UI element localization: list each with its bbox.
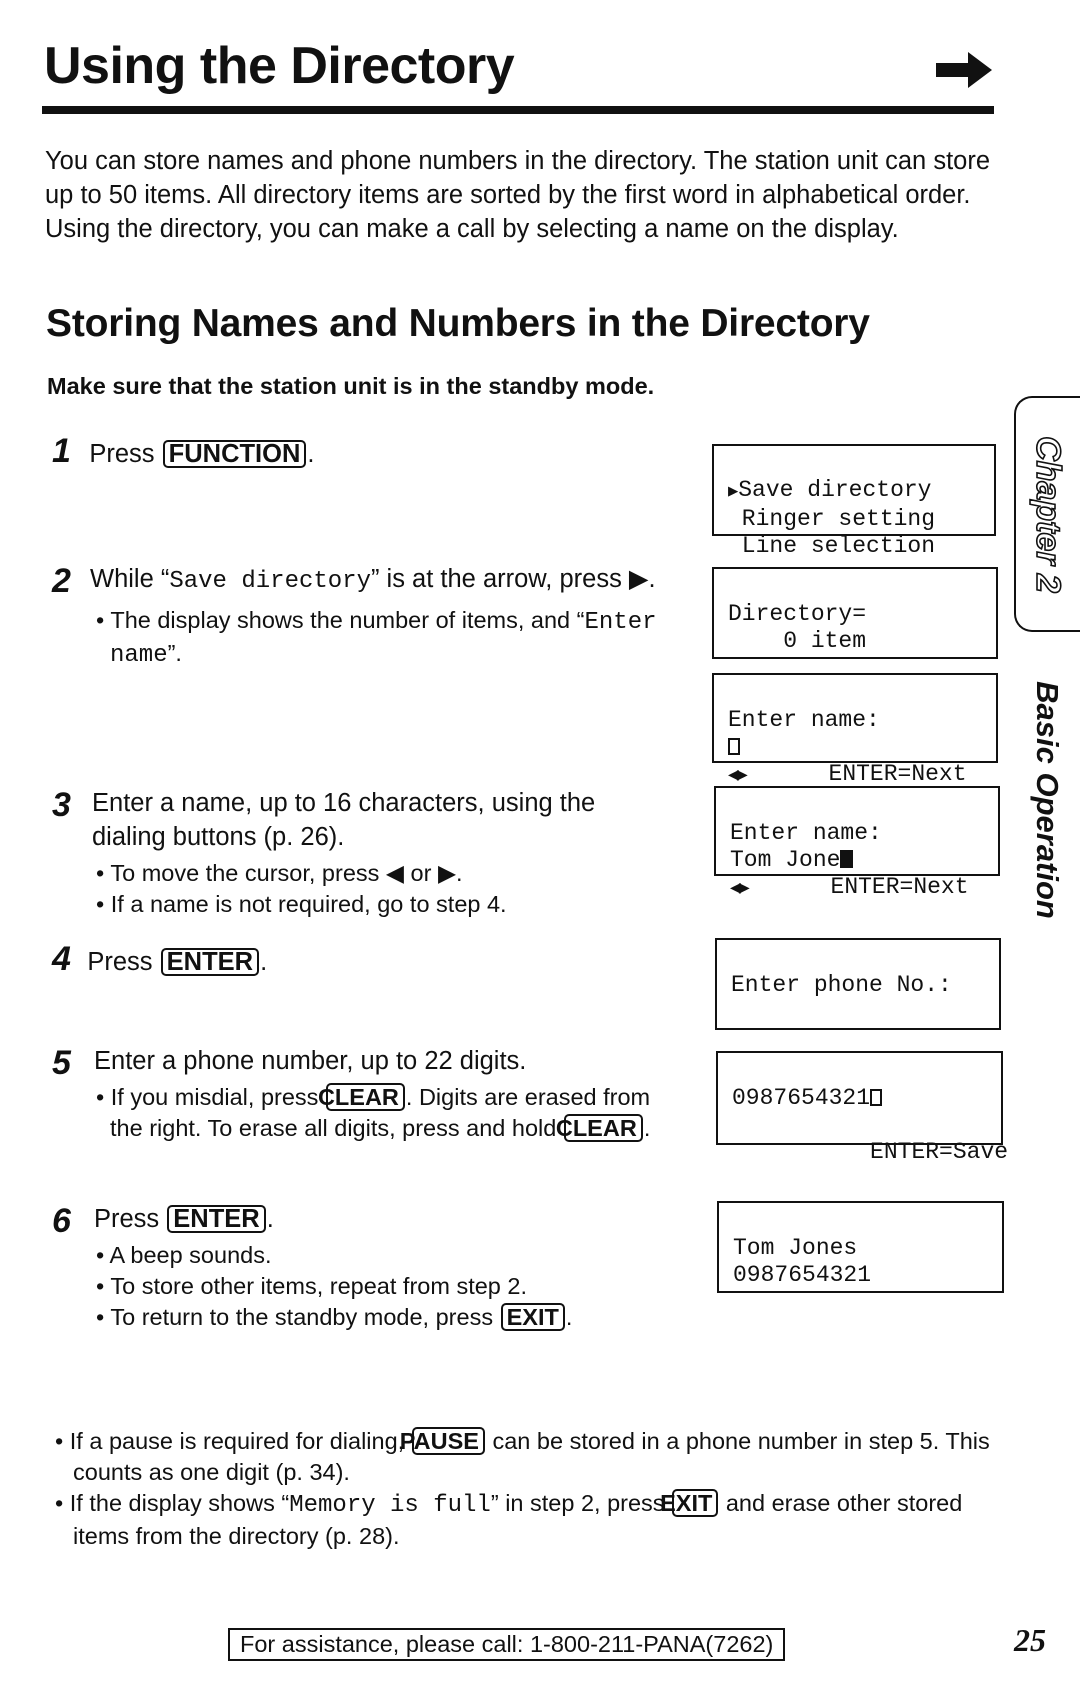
left-right-arrows-icon: ◀▶ [728, 766, 748, 786]
clear-key: CLEAR [556, 1114, 643, 1142]
lcd-display-enter-phone: Enter phone No.: [715, 938, 1001, 1030]
intro-paragraph: You can store names and phone numbers in… [45, 147, 991, 243]
enter-key: ENTER [167, 1205, 266, 1233]
step-number: 3 [52, 786, 71, 824]
clear-key: CLEAR [318, 1083, 405, 1111]
function-key: FUNCTION [162, 440, 307, 468]
section-title: Storing Names and Numbers in the Directo… [46, 302, 870, 345]
step-bullet: • If you misdial, press CLEAR. Digits ar… [96, 1083, 651, 1142]
step-number: 6 [52, 1202, 71, 1240]
right-arrow-icon [936, 52, 992, 88]
step-bullet: • If a name is not required, go to step … [96, 891, 507, 917]
lcd-display-saved-entry: Tom Jones 0987654321 [717, 1201, 1004, 1293]
exit-key: EXIT [500, 1303, 565, 1331]
precondition-note: Make sure that the station unit is in th… [47, 373, 655, 399]
step-5: 5 Enter a phone number, up to 22 digits.… [52, 1044, 672, 1144]
step-bullet: • To move the cursor, press ◀ or ▶. [96, 860, 463, 886]
title-underline [42, 106, 994, 114]
cursor-icon [840, 850, 854, 868]
chapter-label: Chapter 2 [1028, 435, 1068, 593]
step-bullet: • A beep sounds. [96, 1242, 272, 1268]
page-title: Using the Directory [44, 37, 515, 95]
cursor-icon [728, 738, 740, 755]
cursor-icon [870, 1089, 883, 1106]
assistance-box: For assistance, please call: 1-800-211-P… [228, 1628, 786, 1661]
pointer-icon: ▶ [728, 483, 739, 502]
mono-text: Save directory [169, 568, 371, 595]
exit-key: EXIT [660, 1489, 719, 1517]
lcd-display-enter-name: Enter name: ◀▶ ENTER=Next [712, 673, 998, 787]
step-2: 2 While “Save directory” is at the arrow… [52, 562, 672, 671]
step-4: 4 Press ENTER. [52, 940, 268, 978]
note-item: • If a pause is required for dialing, PA… [55, 1427, 990, 1485]
pause-key: PAUSE [400, 1427, 485, 1455]
left-right-arrows-icon: ◀▶ [730, 879, 750, 899]
enter-key: ENTER [160, 948, 260, 976]
lcd-display-directory-count: Directory= 0 item [712, 567, 998, 659]
step-6: 6 Press ENTER. • A beep sounds. • To sto… [52, 1202, 692, 1333]
note-item: • If the display shows “Memory is full” … [55, 1489, 963, 1549]
step-number: 1 [52, 432, 71, 470]
section-label: Basic Operation [1030, 681, 1065, 919]
step-number: 5 [52, 1044, 71, 1082]
step-bullet: • To return to the standby mode, press E… [96, 1303, 573, 1331]
lcd-display-menu: ▶Save directory Ringer setting Line sele… [712, 444, 996, 559]
step-number: 4 [52, 940, 71, 978]
notes-list: • If a pause is required for dialing, PA… [55, 1426, 1005, 1552]
step-bullet: • The display shows the number of items,… [96, 607, 657, 669]
step-1: 1 Press FUNCTION. [52, 432, 315, 470]
step-number: 2 [52, 562, 71, 600]
page-number: 25 [1014, 1622, 1046, 1658]
lcd-display-phone-entered: 0987654321 ENTER=Save [716, 1051, 1008, 1165]
step-bullet: • To store other items, repeat from step… [96, 1273, 527, 1299]
step-3: 3 Enter a name, up to 16 characters, usi… [52, 786, 672, 920]
lcd-display-name-entered: Enter name: Tom Jone ◀▶ ENTER=Next [714, 786, 1000, 900]
